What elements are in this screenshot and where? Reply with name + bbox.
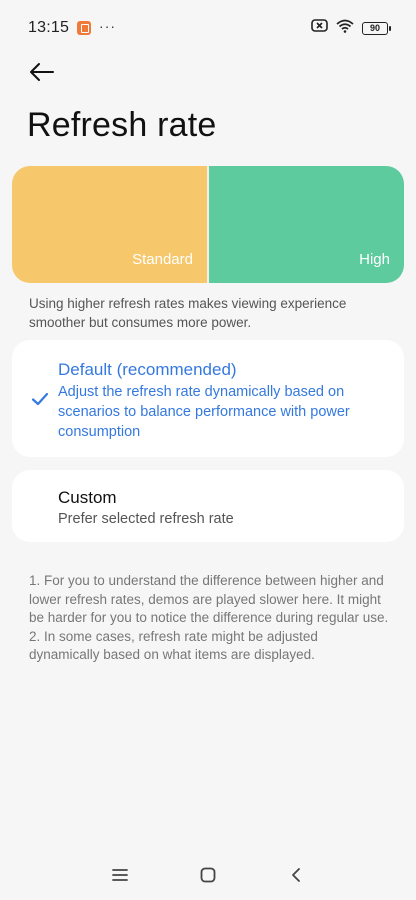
back-icon xyxy=(292,868,300,882)
status-time: 13:15 xyxy=(28,19,70,36)
notes: 1. For you to understand the difference … xyxy=(29,572,389,665)
option-default[interactable]: Default (recommended) Adjust the refresh… xyxy=(12,340,404,457)
menu-button[interactable] xyxy=(108,863,132,887)
battery-level: 90 xyxy=(369,23,380,33)
home-icon xyxy=(200,867,216,883)
home-button[interactable] xyxy=(196,863,220,887)
demo-high-label: High xyxy=(359,251,390,268)
note-2: 2. In some cases, refresh rate might be … xyxy=(29,628,318,663)
page-title: Refresh rate xyxy=(27,106,217,144)
option-custom[interactable]: Custom Prefer selected refresh rate xyxy=(12,470,404,542)
sim-off-icon xyxy=(311,19,328,37)
refresh-rate-demo: Standard High xyxy=(12,166,404,283)
nav-back-button[interactable] xyxy=(284,863,308,887)
more-notifications-indicator: ··· xyxy=(99,18,117,34)
system-nav-bar xyxy=(0,855,416,895)
option-default-title: Default (recommended) xyxy=(58,360,237,379)
note-1: 1. For you to understand the difference … xyxy=(29,573,389,625)
demo-high-panel: High xyxy=(209,166,404,283)
intro-text: Using higher refresh rates makes viewing… xyxy=(29,296,347,330)
status-left: 13:15 ··· xyxy=(28,18,117,37)
note-app-icon xyxy=(77,21,92,35)
battery-icon: 90 xyxy=(362,21,391,35)
status-right: 90 xyxy=(311,19,391,38)
option-default-subtitle: Adjust the refresh rate dynamically base… xyxy=(58,384,350,440)
back-button[interactable] xyxy=(26,56,58,88)
option-custom-title: Custom xyxy=(58,488,117,507)
checkmark-icon xyxy=(31,392,49,406)
option-custom-subtitle: Prefer selected refresh rate xyxy=(58,511,234,527)
status-bar: 13:15 ··· 90 xyxy=(0,0,416,56)
arrow-left-icon xyxy=(30,63,54,81)
wifi-icon xyxy=(336,19,354,38)
demo-standard-label: Standard xyxy=(132,251,193,268)
menu-icon xyxy=(112,869,128,881)
demo-standard-panel: Standard xyxy=(12,166,207,283)
